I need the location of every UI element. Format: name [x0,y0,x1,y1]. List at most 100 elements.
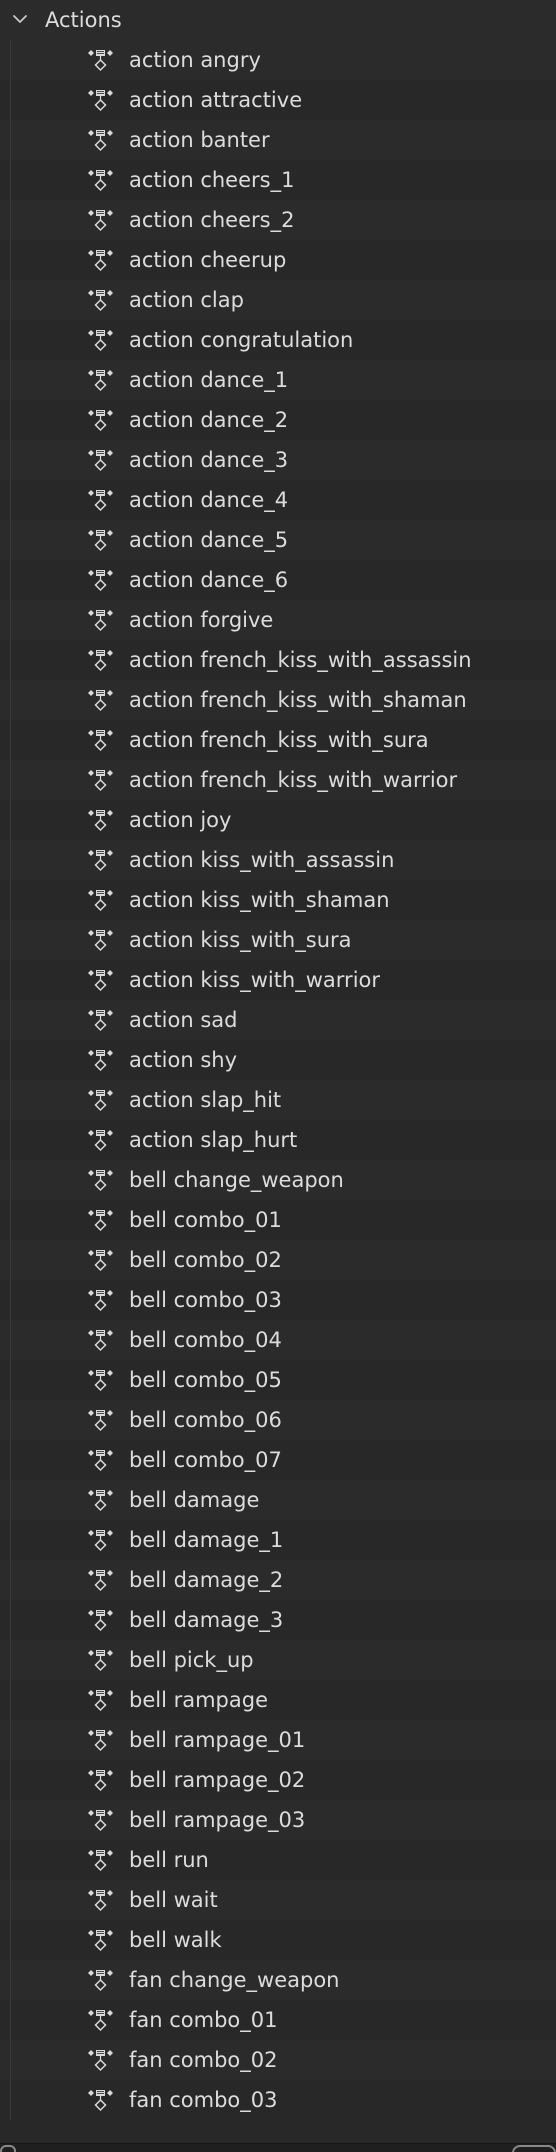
list-item[interactable]: bell rampage_01 [0,1720,556,1760]
list-item[interactable]: action kiss_with_assassin [0,840,556,880]
list-item[interactable]: bell walk [0,1920,556,1960]
tree-guide-line [10,1880,11,1920]
list-item[interactable]: action angry [0,40,556,80]
list-item[interactable]: bell damage_3 [0,1600,556,1640]
item-label: action kiss_with_assassin [129,848,395,872]
list-item[interactable]: action french_kiss_with_assassin [0,640,556,680]
actions-section-header[interactable]: Actions [0,0,556,40]
action-keyframes-icon [86,1568,118,1594]
list-item[interactable]: bell change_weapon [0,1160,556,1200]
tree-guide-line [10,360,11,400]
item-label: action kiss_with_shaman [129,888,390,912]
tree-guide-line [10,1480,11,1520]
tree-guide-line [10,1440,11,1480]
list-item[interactable]: bell combo_06 [0,1400,556,1440]
list-item[interactable]: action forgive [0,600,556,640]
item-label: action dance_5 [129,528,289,552]
left-handle[interactable] [0,2145,16,2152]
list-item[interactable]: action dance_3 [0,440,556,480]
list-item[interactable]: action sad [0,1000,556,1040]
tree-guide-line [10,1120,11,1160]
list-item[interactable]: action banter [0,120,556,160]
list-item[interactable]: action french_kiss_with_sura [0,720,556,760]
chevron-down-icon[interactable] [12,13,28,25]
list-item[interactable]: bell damage [0,1480,556,1520]
list-item[interactable]: bell combo_01 [0,1200,556,1240]
right-handle[interactable] [512,2145,556,2152]
list-item[interactable]: action dance_6 [0,560,556,600]
action-keyframes-icon [86,288,118,314]
scroll-footer [0,2143,556,2152]
list-item[interactable]: bell pick_up [0,1640,556,1680]
action-keyframes-icon [86,1168,118,1194]
list-item[interactable]: fan combo_02 [0,2040,556,2080]
item-label: fan combo_03 [129,2088,278,2112]
list-item[interactable]: bell rampage [0,1680,556,1720]
list-item[interactable]: action congratulation [0,320,556,360]
list-item[interactable]: action kiss_with_warrior [0,960,556,1000]
tree-guide-line [10,520,11,560]
tree-guide-line [10,1520,11,1560]
list-item[interactable]: action dance_5 [0,520,556,560]
action-keyframes-icon [86,48,118,74]
action-keyframes-icon [86,1728,118,1754]
tree-guide-line [10,120,11,160]
list-item[interactable]: bell combo_03 [0,1280,556,1320]
list-item[interactable]: action kiss_with_sura [0,920,556,960]
outliner-panel: Actions action angry action attractive a… [0,0,556,2152]
list-item[interactable]: action slap_hurt [0,1120,556,1160]
list-item[interactable]: bell run [0,1840,556,1880]
action-keyframes-icon [86,1528,118,1554]
list-item[interactable]: fan change_weapon [0,1960,556,2000]
tree-guide-line [10,600,11,640]
action-keyframes-icon [86,688,118,714]
item-label: fan combo_02 [129,2048,278,2072]
action-keyframes-icon [86,1248,118,1274]
list-item[interactable]: action cheers_1 [0,160,556,200]
action-keyframes-icon [86,248,118,274]
list-item[interactable]: action slap_hit [0,1080,556,1120]
list-item[interactable]: action joy [0,800,556,840]
item-label: bell rampage_03 [129,1808,306,1832]
list-item[interactable]: action dance_2 [0,400,556,440]
tree-guide-line [10,1640,11,1680]
item-label: bell combo_07 [129,1448,282,1472]
action-keyframes-icon [86,1488,118,1514]
action-keyframes-icon [86,568,118,594]
list-item[interactable]: action kiss_with_shaman [0,880,556,920]
list-item[interactable]: bell rampage_03 [0,1800,556,1840]
list-item[interactable]: bell wait [0,1880,556,1920]
action-keyframes-icon [86,1088,118,1114]
list-item[interactable]: action french_kiss_with_warrior [0,760,556,800]
list-item[interactable]: bell combo_04 [0,1320,556,1360]
tree-guide-line [10,1600,11,1640]
list-item[interactable]: fan combo_03 [0,2080,556,2120]
action-keyframes-icon [86,1968,118,1994]
list-item[interactable]: action french_kiss_with_shaman [0,680,556,720]
tree-guide-line [10,800,11,840]
list-item[interactable]: bell damage_2 [0,1560,556,1600]
list-item[interactable]: action cheerup [0,240,556,280]
list-item[interactable]: fan combo_01 [0,2000,556,2040]
list-item[interactable]: action dance_1 [0,360,556,400]
list-item[interactable]: bell combo_05 [0,1360,556,1400]
item-label: bell damage [129,1488,260,1512]
item-label: action dance_2 [129,408,289,432]
list-item[interactable]: action clap [0,280,556,320]
action-keyframes-icon [86,1808,118,1834]
list-item[interactable]: action dance_4 [0,480,556,520]
item-label: action french_kiss_with_sura [129,728,429,752]
tree-guide-line [10,440,11,480]
list-item[interactable]: bell damage_1 [0,1520,556,1560]
list-item[interactable]: action shy [0,1040,556,1080]
list-item[interactable]: bell combo_02 [0,1240,556,1280]
list-item[interactable]: bell combo_07 [0,1440,556,1480]
action-keyframes-icon [86,1288,118,1314]
tree-guide-line [10,1360,11,1400]
action-keyframes-icon [86,2088,118,2114]
list-item[interactable]: action attractive [0,80,556,120]
action-keyframes-icon [86,1408,118,1434]
action-keyframes-icon [86,1648,118,1674]
list-item[interactable]: bell rampage_02 [0,1760,556,1800]
list-item[interactable]: action cheers_2 [0,200,556,240]
